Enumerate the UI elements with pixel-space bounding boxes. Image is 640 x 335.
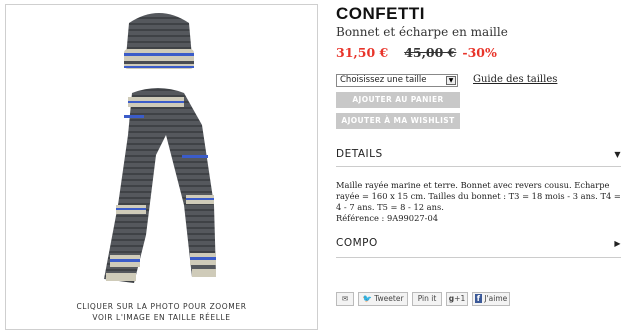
facebook-like-button[interactable]: f J'aime bbox=[472, 292, 510, 306]
compo-title: COMPO bbox=[336, 237, 378, 249]
scarf-image bbox=[104, 88, 216, 283]
email-share-button[interactable]: ✉ bbox=[336, 292, 354, 306]
gplus-label: +1 bbox=[454, 294, 466, 303]
pinit-button[interactable]: Pin it bbox=[412, 292, 442, 306]
tweet-button[interactable]: 🐦 Tweeter bbox=[358, 292, 408, 306]
price-block: 31,50 € 45,00 € -30% bbox=[336, 45, 497, 60]
product-brand: CONFETTI bbox=[336, 4, 425, 23]
product-image[interactable] bbox=[6, 5, 317, 305]
details-line: Référence : 9A99027-04 bbox=[336, 213, 439, 223]
price-new: 31,50 € bbox=[336, 45, 389, 60]
chevron-right-icon: ▶ bbox=[614, 239, 621, 248]
tweet-label: Tweeter bbox=[374, 294, 404, 303]
size-guide-link[interactable]: Guide des tailles bbox=[473, 74, 557, 85]
product-subtitle: Bonnet et écharpe en maille bbox=[336, 25, 508, 39]
twitter-bird-icon: 🐦 bbox=[362, 294, 372, 303]
hat-image bbox=[124, 13, 194, 69]
size-select[interactable]: Choisissez une taille ▼ bbox=[336, 74, 458, 87]
details-line: rayée = 160 x 15 cm. Tailles du bonnet :… bbox=[336, 191, 621, 201]
add-to-cart-button[interactable]: AJOUTER AU PANIER bbox=[336, 92, 460, 108]
facebook-icon: f bbox=[474, 294, 482, 303]
gplus-button[interactable]: g+1 bbox=[446, 292, 468, 306]
size-select-value: Choisissez une taille bbox=[340, 75, 427, 85]
zoom-caption: CLIQUER SUR LA PHOTO POUR ZOOMER VOIR L'… bbox=[6, 301, 317, 323]
chevron-down-icon: ▼ bbox=[614, 150, 621, 159]
discount-badge: -30% bbox=[462, 45, 497, 60]
like-label: J'aime bbox=[484, 294, 508, 303]
zoom-caption-line1: CLIQUER SUR LA PHOTO POUR ZOOMER bbox=[76, 302, 247, 311]
product-photo-box[interactable]: CLIQUER SUR LA PHOTO POUR ZOOMER VOIR L'… bbox=[5, 4, 318, 330]
details-line: 4 - 7 ans. T5 = 8 - 12 ans. bbox=[336, 202, 444, 212]
dropdown-arrow-icon[interactable]: ▼ bbox=[446, 76, 456, 85]
details-section-header[interactable]: DETAILS ▼ bbox=[336, 148, 621, 167]
zoom-caption-line2: VOIR L'IMAGE EN TAILLE RÉELLE bbox=[92, 313, 231, 322]
envelope-icon: ✉ bbox=[341, 294, 349, 303]
compo-section-header[interactable]: COMPO ▶ bbox=[336, 237, 621, 258]
details-description: Maille rayée marine et terre. Bonnet ave… bbox=[336, 180, 626, 224]
pinit-label: Pin it bbox=[417, 294, 437, 303]
details-line: Maille rayée marine et terre. Bonnet ave… bbox=[336, 180, 610, 190]
add-to-wishlist-button[interactable]: AJOUTER À MA WISHLIST bbox=[336, 113, 460, 129]
details-title: DETAILS bbox=[336, 148, 383, 160]
price-old: 45,00 € bbox=[404, 45, 457, 60]
